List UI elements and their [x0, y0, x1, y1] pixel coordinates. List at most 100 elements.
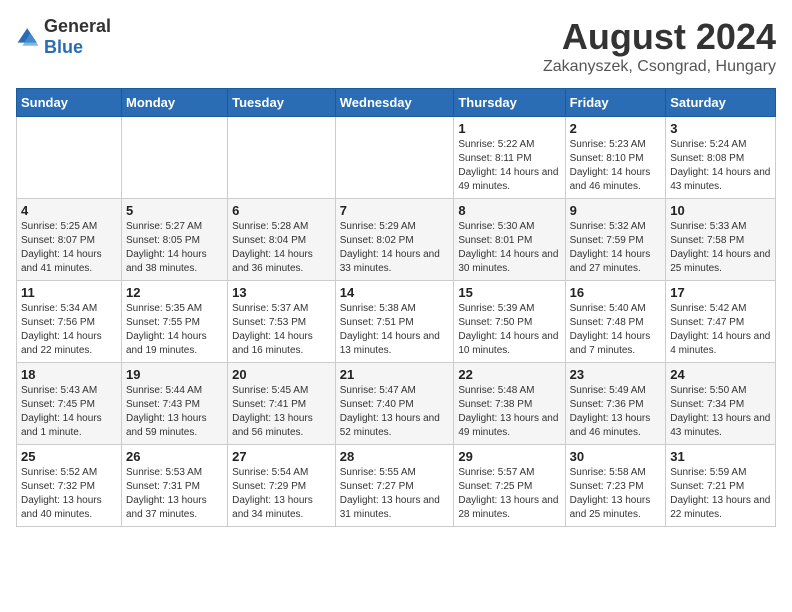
day-info: Sunrise: 5:58 AMSunset: 7:23 PMDaylight:… — [570, 466, 662, 522]
day-number: 6 — [232, 203, 331, 218]
day-number: 13 — [232, 285, 331, 300]
col-header-saturday: Saturday — [666, 89, 776, 117]
day-cell: 2Sunrise: 5:23 AMSunset: 8:10 PMDaylight… — [565, 117, 666, 199]
day-cell: 18 Sunrise: 5:43 AMSunset: 7:45 PMDayligh… — [17, 363, 122, 445]
day-cell: 31 Sunrise: 5:59 AMSunset: 7:21 PMDayligh… — [666, 445, 776, 527]
logo-general: General — [44, 16, 111, 36]
day-number: 27 — [232, 449, 331, 464]
header: General Blue August 2024 Zakanyszek, Cso… — [16, 16, 776, 76]
week-row-3: 11 Sunrise: 5:34 AMSunset: 7:56 PMDayligh… — [17, 281, 776, 363]
day-cell: 30 Sunrise: 5:58 AMSunset: 7:23 PMDayligh… — [565, 445, 666, 527]
col-header-monday: Monday — [121, 89, 227, 117]
day-cell: 7 Sunrise: 5:29 AMSunset: 8:02 PMDaylight… — [335, 199, 454, 281]
day-number: 10 — [670, 203, 771, 218]
day-number: 15 — [458, 285, 560, 300]
day-number: 4 — [21, 203, 117, 218]
day-info: Sunrise: 5:25 AMSunset: 8:07 PMDaylight:… — [21, 220, 117, 276]
day-info: Sunrise: 5:53 AMSunset: 7:31 PMDaylight:… — [126, 466, 223, 522]
day-info: Sunrise: 5:54 AMSunset: 7:29 PMDaylight:… — [232, 466, 331, 522]
day-info: Sunrise: 5:43 AMSunset: 7:45 PMDaylight:… — [21, 384, 117, 440]
day-number: 8 — [458, 203, 560, 218]
day-number: 24 — [670, 367, 771, 382]
day-cell: 20 Sunrise: 5:45 AMSunset: 7:41 PMDayligh… — [228, 363, 336, 445]
day-cell: 9 Sunrise: 5:32 AMSunset: 7:59 PMDaylight… — [565, 199, 666, 281]
day-number: 25 — [21, 449, 117, 464]
day-cell: 12Sunrise: 5:35 AMSunset: 7:55 PMDayligh… — [121, 281, 227, 363]
day-cell: 15Sunrise: 5:39 AMSunset: 7:50 PMDayligh… — [454, 281, 565, 363]
logo-blue: Blue — [44, 37, 83, 57]
day-cell: 21 Sunrise: 5:47 AMSunset: 7:40 PMDayligh… — [335, 363, 454, 445]
day-number: 20 — [232, 367, 331, 382]
day-info: Sunrise: 5:40 AMSunset: 7:48 PMDaylight:… — [570, 302, 662, 358]
day-info: Sunrise: 5:45 AMSunset: 7:41 PMDaylight:… — [232, 384, 331, 440]
day-info: Sunrise: 5:24 AMSunset: 8:08 PMDaylight:… — [670, 138, 771, 194]
day-cell: 24 Sunrise: 5:50 AMSunset: 7:34 PMDayligh… — [666, 363, 776, 445]
day-info: Sunrise: 5:59 AMSunset: 7:21 PMDaylight:… — [670, 466, 771, 522]
day-info: Sunrise: 5:57 AMSunset: 7:25 PMDaylight:… — [458, 466, 560, 522]
calendar-table: SundayMondayTuesdayWednesdayThursdayFrid… — [16, 88, 776, 527]
day-info: Sunrise: 5:49 AMSunset: 7:36 PMDaylight:… — [570, 384, 662, 440]
day-number: 22 — [458, 367, 560, 382]
day-cell: 19Sunrise: 5:44 AMSunset: 7:43 PMDayligh… — [121, 363, 227, 445]
day-info: Sunrise: 5:50 AMSunset: 7:34 PMDaylight:… — [670, 384, 771, 440]
day-cell: 3 Sunrise: 5:24 AMSunset: 8:08 PMDaylight… — [666, 117, 776, 199]
day-number: 26 — [126, 449, 223, 464]
day-cell: 29 Sunrise: 5:57 AMSunset: 7:25 PMDayligh… — [454, 445, 565, 527]
col-header-wednesday: Wednesday — [335, 89, 454, 117]
day-cell: 23 Sunrise: 5:49 AMSunset: 7:36 PMDayligh… — [565, 363, 666, 445]
day-number: 16 — [570, 285, 662, 300]
day-cell — [335, 117, 454, 199]
day-cell: 26 Sunrise: 5:53 AMSunset: 7:31 PMDayligh… — [121, 445, 227, 527]
day-info: Sunrise: 5:34 AMSunset: 7:56 PMDaylight:… — [21, 302, 117, 358]
day-number: 1 — [458, 121, 560, 136]
day-info: Sunrise: 5:42 AMSunset: 7:47 PMDaylight:… — [670, 302, 771, 358]
day-info: Sunrise: 5:23 AMSunset: 8:10 PMDaylight:… — [570, 138, 662, 194]
day-cell: 11 Sunrise: 5:34 AMSunset: 7:56 PMDayligh… — [17, 281, 122, 363]
col-header-tuesday: Tuesday — [228, 89, 336, 117]
day-number: 14 — [340, 285, 450, 300]
day-cell — [121, 117, 227, 199]
day-info: Sunrise: 5:52 AMSunset: 7:32 PMDaylight:… — [21, 466, 117, 522]
day-info: Sunrise: 5:27 AMSunset: 8:05 PMDaylight:… — [126, 220, 223, 276]
logo-icon — [16, 25, 40, 49]
day-info: Sunrise: 5:29 AMSunset: 8:02 PMDaylight:… — [340, 220, 450, 276]
day-cell — [17, 117, 122, 199]
day-cell: 17Sunrise: 5:42 AMSunset: 7:47 PMDayligh… — [666, 281, 776, 363]
day-info: Sunrise: 5:22 AMSunset: 8:11 PMDaylight:… — [458, 138, 560, 194]
day-number: 18 — [21, 367, 117, 382]
main-title: August 2024 — [543, 16, 776, 58]
day-cell: 10Sunrise: 5:33 AMSunset: 7:58 PMDayligh… — [666, 199, 776, 281]
day-number: 21 — [340, 367, 450, 382]
day-cell: 13 Sunrise: 5:37 AMSunset: 7:53 PMDayligh… — [228, 281, 336, 363]
subtitle: Zakanyszek, Csongrad, Hungary — [543, 58, 776, 76]
day-info: Sunrise: 5:28 AMSunset: 8:04 PMDaylight:… — [232, 220, 331, 276]
day-cell: 14 Sunrise: 5:38 AMSunset: 7:51 PMDayligh… — [335, 281, 454, 363]
day-number: 12 — [126, 285, 223, 300]
day-number: 30 — [570, 449, 662, 464]
day-number: 5 — [126, 203, 223, 218]
day-number: 7 — [340, 203, 450, 218]
day-number: 11 — [21, 285, 117, 300]
day-info: Sunrise: 5:37 AMSunset: 7:53 PMDaylight:… — [232, 302, 331, 358]
week-row-4: 18 Sunrise: 5:43 AMSunset: 7:45 PMDayligh… — [17, 363, 776, 445]
day-cell: 6 Sunrise: 5:28 AMSunset: 8:04 PMDaylight… — [228, 199, 336, 281]
day-number: 31 — [670, 449, 771, 464]
day-cell: 4 Sunrise: 5:25 AMSunset: 8:07 PMDaylight… — [17, 199, 122, 281]
day-number: 23 — [570, 367, 662, 382]
day-cell: 1 Sunrise: 5:22 AMSunset: 8:11 PMDaylight… — [454, 117, 565, 199]
day-number: 29 — [458, 449, 560, 464]
day-cell: 27 Sunrise: 5:54 AMSunset: 7:29 PMDayligh… — [228, 445, 336, 527]
day-info: Sunrise: 5:47 AMSunset: 7:40 PMDaylight:… — [340, 384, 450, 440]
col-header-thursday: Thursday — [454, 89, 565, 117]
day-number: 3 — [670, 121, 771, 136]
day-info: Sunrise: 5:38 AMSunset: 7:51 PMDaylight:… — [340, 302, 450, 358]
col-header-friday: Friday — [565, 89, 666, 117]
day-info: Sunrise: 5:32 AMSunset: 7:59 PMDaylight:… — [570, 220, 662, 276]
header-row: SundayMondayTuesdayWednesdayThursdayFrid… — [17, 89, 776, 117]
logo: General Blue — [16, 16, 111, 58]
day-cell: 8Sunrise: 5:30 AMSunset: 8:01 PMDaylight… — [454, 199, 565, 281]
day-info: Sunrise: 5:44 AMSunset: 7:43 PMDaylight:… — [126, 384, 223, 440]
week-row-5: 25 Sunrise: 5:52 AMSunset: 7:32 PMDayligh… — [17, 445, 776, 527]
day-number: 9 — [570, 203, 662, 218]
title-area: August 2024 Zakanyszek, Csongrad, Hungar… — [543, 16, 776, 76]
